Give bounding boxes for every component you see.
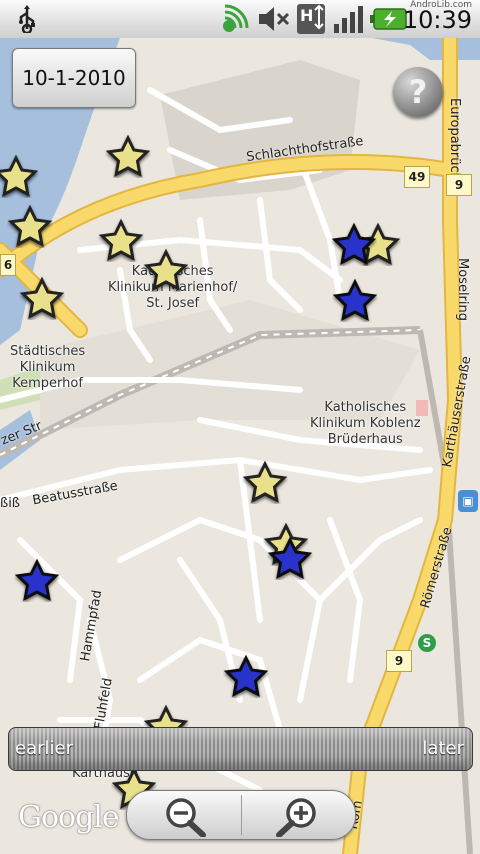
marker-yellow	[9, 206, 51, 246]
marker-yellow	[145, 250, 187, 290]
marker-yellow	[0, 156, 37, 196]
marker-blue	[334, 280, 376, 320]
mute-icon	[256, 4, 292, 34]
marker-yellow	[244, 462, 286, 502]
data-icon: H	[296, 4, 326, 34]
date-button[interactable]: 10-1-2010	[12, 48, 136, 108]
help-icon: ?	[408, 73, 428, 111]
slider-later-label: later	[422, 738, 464, 759]
google-attribution: Google	[18, 800, 120, 835]
slider-earlier-label: earlier	[15, 738, 73, 759]
sync-icon	[220, 4, 252, 34]
signal-icon	[332, 4, 366, 34]
marker-yellow	[100, 220, 142, 260]
zoom-controls	[126, 790, 356, 840]
marker-blue	[16, 560, 58, 600]
status-bar: H AndroLib.com 10:39	[0, 0, 480, 39]
marker-yellow	[107, 136, 149, 176]
marker-yellow	[21, 278, 63, 318]
zoom-in-icon	[276, 798, 316, 837]
zoom-out-icon	[166, 798, 206, 837]
time-slider[interactable]: earlier later	[8, 727, 473, 771]
zoom-in-button[interactable]	[241, 791, 355, 839]
zoom-out-button[interactable]	[127, 791, 241, 839]
clock: 10:39	[402, 6, 472, 34]
svg-text:H: H	[300, 6, 313, 25]
marker-blue	[225, 656, 267, 696]
usb-icon	[10, 4, 44, 34]
help-button[interactable]: ?	[393, 67, 443, 117]
